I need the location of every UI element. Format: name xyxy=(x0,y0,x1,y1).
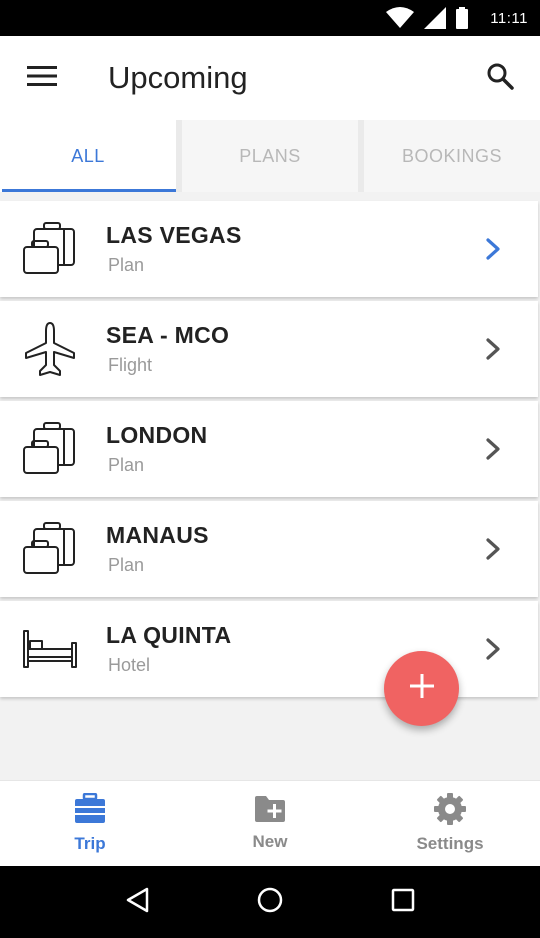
nav-label-settings: Settings xyxy=(416,834,484,853)
list-item[interactable]: SEA - MCO Flight xyxy=(0,301,538,397)
recents-button[interactable] xyxy=(373,872,433,932)
tab-all[interactable]: ALL xyxy=(0,120,182,192)
chevron-right-icon xyxy=(448,301,538,397)
battery-icon xyxy=(456,7,469,29)
luggage-icon xyxy=(0,501,100,597)
item-subtitle: Plan xyxy=(108,255,145,275)
item-subtitle: Flight xyxy=(108,355,153,375)
system-nav-bar xyxy=(0,866,540,938)
signal-icon xyxy=(424,7,447,29)
item-subtitle: Plan xyxy=(108,555,145,575)
chevron-right-icon xyxy=(448,201,538,297)
item-subtitle: Plan xyxy=(108,455,145,475)
list-item[interactable]: LAS VEGAS Plan xyxy=(0,201,538,297)
add-trip-button[interactable] xyxy=(384,651,459,726)
menu-icon xyxy=(27,65,57,92)
briefcase-icon xyxy=(74,792,106,830)
chevron-right-icon xyxy=(448,501,538,597)
recents-square-icon xyxy=(391,888,415,917)
gear-icon xyxy=(434,793,466,830)
item-text: MANAUS Plan xyxy=(100,522,448,576)
luggage-icon xyxy=(0,401,100,497)
bed-icon xyxy=(0,601,100,697)
tab-plans[interactable]: PLANS xyxy=(182,120,364,192)
status-bar: 11:11 xyxy=(0,0,540,36)
item-text: LAS VEGAS Plan xyxy=(100,222,448,276)
folder-add-icon xyxy=(254,795,286,828)
list-item[interactable]: MANAUS Plan xyxy=(0,501,538,597)
nav-label-trip: Trip xyxy=(74,834,106,853)
chevron-right-icon xyxy=(448,601,538,697)
nav-item-new[interactable]: New xyxy=(180,781,360,866)
luggage-icon xyxy=(0,201,100,297)
item-title: LONDON xyxy=(106,422,208,448)
tab-bar: ALL PLANS BOOKINGS xyxy=(0,120,540,192)
item-title: SEA - MCO xyxy=(106,322,230,348)
tab-bookings[interactable]: BOOKINGS xyxy=(364,120,540,192)
back-triangle-icon xyxy=(125,887,149,918)
home-circle-icon xyxy=(257,887,283,918)
screen: 11:11 Upcoming ALL PLANS BOOKINGS LAS VE… xyxy=(0,0,540,938)
airplane-icon xyxy=(0,301,100,397)
plus-icon xyxy=(409,674,434,703)
search-icon xyxy=(486,62,514,95)
item-title: MANAUS xyxy=(106,522,209,548)
back-button[interactable] xyxy=(107,872,167,932)
status-time: 11:11 xyxy=(490,9,528,27)
menu-button[interactable] xyxy=(0,36,84,120)
nav-label-new: New xyxy=(252,832,288,851)
item-text: SEA - MCO Flight xyxy=(100,322,448,376)
item-text: LONDON Plan xyxy=(100,422,448,476)
list-item[interactable]: LONDON Plan xyxy=(0,401,538,497)
chevron-right-icon xyxy=(448,401,538,497)
nav-item-settings[interactable]: Settings xyxy=(360,781,540,866)
bottom-nav: Trip New Settings xyxy=(0,780,540,866)
home-button[interactable] xyxy=(240,872,300,932)
app-bar: Upcoming xyxy=(0,36,540,120)
nav-item-trip[interactable]: Trip xyxy=(0,781,180,866)
search-button[interactable] xyxy=(460,36,540,120)
item-title: LA QUINTA xyxy=(106,622,232,648)
item-title: LAS VEGAS xyxy=(106,222,242,248)
page-title: Upcoming xyxy=(108,60,248,95)
wifi-icon xyxy=(386,7,415,29)
